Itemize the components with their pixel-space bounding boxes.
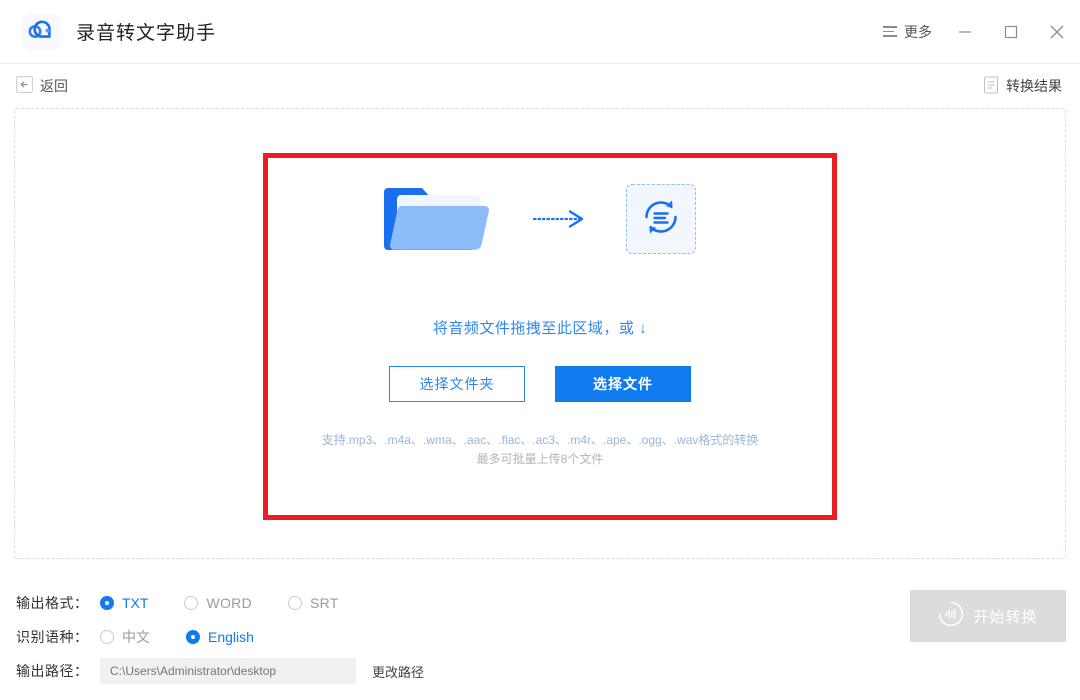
arrow-right-icon xyxy=(532,207,590,231)
document-icon xyxy=(983,76,999,97)
output-format-option-word[interactable]: WORD xyxy=(184,595,252,611)
convert-target-box xyxy=(626,184,696,254)
language-option-english-label: English xyxy=(208,629,254,645)
radio-icon-word[interactable] xyxy=(184,596,198,610)
maximize-button[interactable] xyxy=(988,0,1034,64)
output-path-row: 输出路径： 更改路径 xyxy=(16,654,1080,688)
app-window: 录音转文字助手 更多 xyxy=(0,0,1080,700)
radio-icon-english[interactable] xyxy=(186,630,200,644)
output-path-label: 输出路径： xyxy=(16,661,100,681)
choose-folder-button[interactable]: 选择文件夹 xyxy=(389,366,525,402)
radio-icon-chinese[interactable] xyxy=(100,630,114,644)
supported-formats: 支持.mp3、.m4a、.wma、.aac、.flac、.ac3、.m4r、.a… xyxy=(322,431,759,469)
output-format-option-srt[interactable]: SRT xyxy=(288,595,339,611)
maximize-icon xyxy=(1004,25,1018,39)
settings-section: 输出格式： TXT WORD SRT 识别语种： 中文 En xyxy=(0,576,1080,700)
title-bar: 录音转文字助手 更多 xyxy=(0,0,1080,64)
cloud-logo-icon xyxy=(28,19,54,44)
convert-refresh-icon xyxy=(639,195,683,244)
output-format-option-txt[interactable]: TXT xyxy=(100,595,148,611)
folder-icon xyxy=(384,178,496,260)
drop-zone-content: 将音频文件拖拽至此区域，或 ↓ 选择文件夹 选择文件 支持.mp3、.m4a、.… xyxy=(15,169,1065,469)
minimize-icon xyxy=(958,25,972,39)
minimize-button[interactable] xyxy=(942,0,988,64)
language-option-chinese-label: 中文 xyxy=(122,627,150,647)
language-option-english[interactable]: English xyxy=(186,629,254,645)
conversion-result-button[interactable]: 转换结果 xyxy=(983,76,1062,97)
drop-illustration xyxy=(384,169,696,269)
more-button[interactable]: 更多 xyxy=(873,16,942,48)
drop-hint-text: 将音频文件拖拽至此区域，或 ↓ xyxy=(433,317,647,338)
file-action-buttons: 选择文件夹 选择文件 xyxy=(389,366,691,402)
back-label: 返回 xyxy=(40,76,68,96)
language-option-chinese[interactable]: 中文 xyxy=(100,627,150,647)
close-button[interactable] xyxy=(1034,0,1080,64)
output-format-option-txt-label: TXT xyxy=(122,595,148,611)
panel-wrapper: 将音频文件拖拽至此区域，或 ↓ 选择文件夹 选择文件 支持.mp3、.m4a、.… xyxy=(0,108,1080,576)
sub-bar: 返回 转换结果 xyxy=(0,64,1080,108)
language-label: 识别语种： xyxy=(16,627,100,647)
start-conversion-button[interactable]: 开始转换 xyxy=(910,590,1066,642)
more-label: 更多 xyxy=(904,22,932,42)
supported-formats-line1: 支持.mp3、.m4a、.wma、.aac、.flac、.ac3、.m4r、.a… xyxy=(322,431,759,450)
app-logo xyxy=(22,13,60,51)
waveform-circle-icon xyxy=(938,601,964,631)
hamburger-icon xyxy=(883,26,897,37)
output-format-option-word-label: WORD xyxy=(206,595,252,611)
close-icon xyxy=(1049,24,1065,40)
file-drop-panel[interactable]: 将音频文件拖拽至此区域，或 ↓ 选择文件夹 选择文件 支持.mp3、.m4a、.… xyxy=(14,108,1066,559)
arrow-left-icon xyxy=(16,76,33,96)
page-title: 录音转文字助手 xyxy=(76,18,216,45)
output-format-label: 输出格式： xyxy=(16,593,100,613)
conversion-result-label: 转换结果 xyxy=(1006,76,1062,96)
supported-formats-line2: 最多可批量上传8个文件 xyxy=(322,450,759,469)
back-button[interactable]: 返回 xyxy=(16,76,68,96)
output-format-option-srt-label: SRT xyxy=(310,595,339,611)
output-path-input[interactable] xyxy=(100,658,356,684)
radio-icon-txt[interactable] xyxy=(100,596,114,610)
change-path-link[interactable]: 更改路径 xyxy=(372,662,424,681)
choose-file-button[interactable]: 选择文件 xyxy=(555,366,691,402)
radio-icon-srt[interactable] xyxy=(288,596,302,610)
start-conversion-label: 开始转换 xyxy=(973,606,1037,627)
